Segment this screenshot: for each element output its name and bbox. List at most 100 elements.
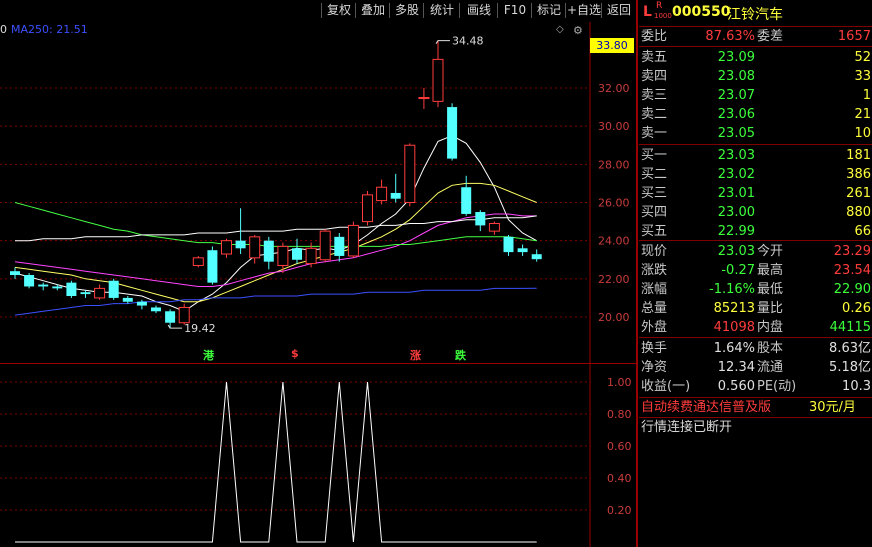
bids-label: 买一	[641, 148, 668, 163]
asks-price: 23.05	[717, 126, 755, 141]
stats-row: 净资 12.34 流通 5.18亿	[639, 358, 872, 377]
promo-text[interactable]: 自动续费通达信普及版	[641, 398, 771, 417]
toolbar-button-2[interactable]: 多股	[390, 1, 424, 20]
bids-volume: 386	[846, 167, 871, 182]
signal-axis-label: 1.00	[607, 376, 632, 389]
bids-row[interactable]: 买一 23.03 181	[639, 146, 872, 165]
ma-line-ma250	[14, 287, 537, 316]
toolbar-button-4[interactable]: 画线	[460, 1, 498, 20]
candle-body	[488, 222, 500, 232]
asks-row[interactable]: 卖一 23.05 10	[639, 124, 872, 143]
event-tag[interactable]: 港	[203, 347, 214, 363]
quote-label: 涨幅	[641, 282, 668, 297]
toolbar-button-8[interactable]: 返回	[602, 1, 636, 20]
promo-row[interactable]: 自动续费通达信普及版 30元/月	[639, 398, 872, 417]
stats-label: 换手	[641, 341, 668, 356]
bids-row[interactable]: 买五 22.99 66	[639, 222, 872, 241]
high-label: 34.48	[452, 35, 484, 48]
asks-volume: 1	[862, 88, 871, 103]
price-grid: 32.00 30.00 28.00 26.00 24.00 22.00 20.00	[0, 22, 630, 547]
quote-row: 涨跌 -0.27 最高 23.54	[639, 261, 872, 280]
asks-row[interactable]: 卖四 23.08 33	[639, 67, 872, 86]
weicha-label: 委差	[757, 29, 784, 44]
quote-value: 23.29	[833, 244, 871, 259]
asks-label: 卖三	[641, 88, 668, 103]
candlestick	[531, 249, 542, 262]
candle-body	[461, 187, 472, 214]
event-tag[interactable]: $	[291, 347, 299, 360]
candlestick	[390, 173, 401, 203]
price-axis-label: 20.00	[598, 311, 630, 324]
stats-label: 净资	[641, 360, 668, 375]
candlestick	[418, 88, 430, 109]
toolbar-button-6[interactable]: 标记	[532, 1, 566, 20]
event-tag[interactable]: 涨	[410, 347, 421, 363]
stats-value: 8.63亿	[829, 341, 871, 356]
stock-header: L R 1000 000550 江铃汽车	[639, 0, 872, 26]
diamond-icon[interactable]: ◇	[556, 24, 564, 35]
panel-divider	[0, 363, 636, 364]
asks-price: 23.07	[717, 88, 755, 103]
candle-body	[292, 248, 302, 260]
candle-body	[66, 282, 77, 297]
candlestick	[207, 246, 218, 285]
stock-code[interactable]: 000550	[672, 4, 730, 20]
bids-row[interactable]: 买三 23.01 261	[639, 184, 872, 203]
candle-body	[263, 240, 274, 262]
asks-row[interactable]: 卖三 23.07 1	[639, 86, 872, 105]
candle-body	[277, 245, 289, 266]
candle-body	[418, 97, 430, 100]
quote-value: 85213	[713, 301, 755, 316]
promo-price[interactable]: 30元/月	[809, 398, 856, 417]
stats-row: 换手 1.64% 股本 8.63亿	[639, 339, 872, 358]
asks-volume: 21	[854, 107, 871, 122]
signal-axis-label: 0.60	[607, 440, 632, 453]
bids-row[interactable]: 买二 23.02 386	[639, 165, 872, 184]
quote-panel: L R 1000 000550 江铃汽车 委比 87.63% 委差 1657 卖…	[639, 0, 872, 547]
weibi-value: 87.63%	[705, 29, 755, 44]
quote-value: -1.16%	[709, 282, 755, 297]
candle-body	[432, 58, 444, 102]
toolbar-button-7[interactable]: +自选	[566, 1, 602, 20]
bids-row[interactable]: 买四 23.00 880	[639, 203, 872, 222]
toolbar-button-1[interactable]: 叠加	[356, 1, 390, 20]
candle-body	[38, 284, 49, 287]
asks-price: 23.08	[717, 69, 755, 84]
price-axis-label: 28.00	[598, 158, 630, 171]
settings-icon[interactable]: ⚙	[573, 24, 583, 37]
candlestick	[292, 238, 302, 264]
quote-value: 23.03	[717, 244, 755, 259]
stats-value: 5.18亿	[829, 360, 871, 375]
asks-label: 卖四	[641, 69, 668, 84]
candle-body	[531, 254, 542, 260]
stock-name[interactable]: 江铃汽车	[727, 4, 783, 24]
asks-row[interactable]: 卖二 23.06 21	[639, 105, 872, 124]
candle-body	[503, 236, 514, 253]
sep-5	[639, 337, 872, 338]
candlestick	[221, 238, 232, 258]
ma-line-ma10	[14, 182, 537, 303]
event-tag[interactable]: 跌	[455, 347, 466, 363]
quote-label: 现价	[641, 244, 668, 259]
candlestick	[263, 236, 274, 270]
stats-value: 1.64%	[713, 341, 755, 356]
asks-row[interactable]: 卖五 23.09 52	[639, 48, 872, 67]
stats-value: 10.3	[842, 379, 871, 394]
candle-body	[362, 194, 373, 223]
candlestick	[38, 282, 49, 291]
realtime-flag: R	[656, 1, 663, 11]
price-axis-label: 22.00	[598, 273, 630, 286]
quote-row: 涨幅 -1.16% 最低 22.90	[639, 280, 872, 299]
asks-label: 卖二	[641, 107, 668, 122]
current-price-label: 33.80	[596, 39, 628, 52]
toolbar-button-5[interactable]: F10	[498, 1, 532, 20]
candle-body	[108, 280, 119, 298]
candlestick	[362, 191, 373, 226]
toolbar-button-0[interactable]: 复权	[322, 1, 356, 20]
connection-status: 行情连接已断开	[641, 420, 733, 435]
candle-body	[249, 236, 261, 259]
toolbar-button-3[interactable]: 统计	[424, 1, 460, 20]
stats-label: PE(动)	[757, 379, 797, 394]
stats-label: 股本	[757, 341, 784, 356]
weibi-row: 委比 87.63% 委差 1657	[639, 27, 872, 46]
